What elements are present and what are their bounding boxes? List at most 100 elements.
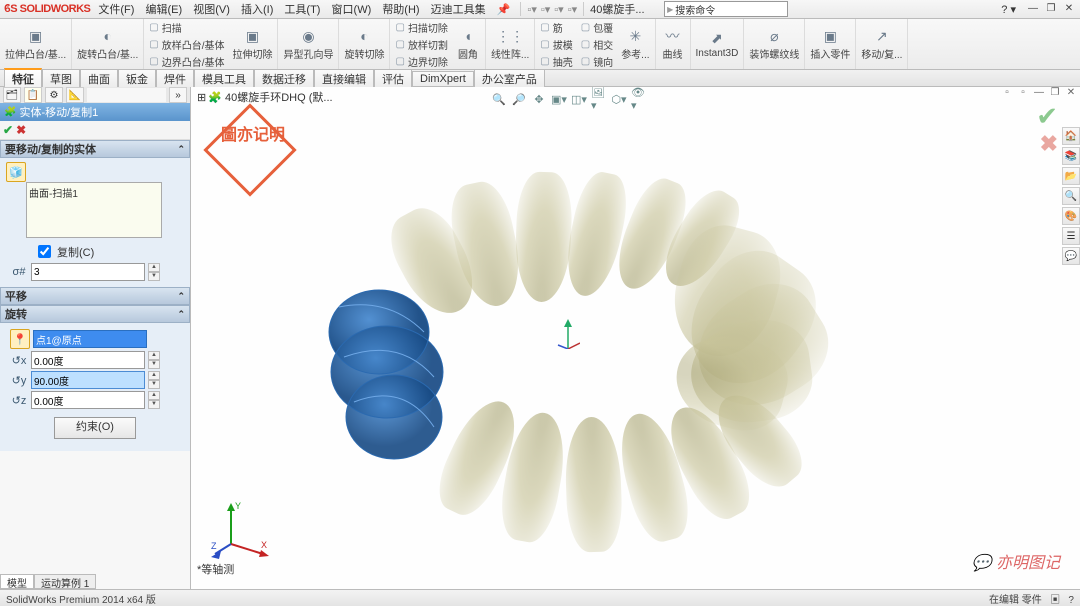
pm-section-translate[interactable]: 平移 — [0, 287, 190, 305]
qat-save-icon[interactable]: ▫▾ — [554, 3, 563, 16]
rotate-origin-input[interactable] — [33, 330, 147, 348]
confirm-cancel-icon[interactable]: ✖ — [1040, 131, 1058, 157]
fm-tab-config-icon[interactable]: ⚙ — [45, 87, 63, 103]
rotate-origin-icon[interactable]: 📍 — [10, 329, 30, 349]
rb-curves[interactable]: 〰曲线 — [656, 19, 691, 69]
fm-tab-prop-icon[interactable]: 📐 — [66, 87, 84, 103]
angle-y-spinner[interactable]: ▲▼ — [148, 371, 160, 389]
rb-revcut[interactable]: ◐旋转切除 — [339, 19, 390, 69]
minimize-icon[interactable]: — — [1026, 3, 1040, 15]
menu-tools[interactable]: 工具(T) — [280, 4, 324, 16]
fm-tab-pm-icon[interactable]: 📋 — [24, 87, 42, 103]
vt-orient-icon[interactable]: ✥ — [531, 91, 547, 107]
tab-sketch[interactable]: 草图 — [42, 69, 80, 88]
menu-window[interactable]: 窗口(W) — [328, 4, 376, 16]
tab-weldment[interactable]: 焊件 — [156, 69, 194, 88]
rb-cosmthread[interactable]: ⌀装饰螺纹线 — [744, 19, 805, 69]
rb-instant3d[interactable]: ⬈Instant3D — [691, 19, 745, 69]
vt-hide-icon[interactable]: 👁▾ — [631, 91, 647, 107]
rb-revolve[interactable]: ◐旋转凸台/基... — [72, 19, 144, 69]
maximize-icon[interactable]: ❐ — [1044, 3, 1058, 15]
child-min-icon[interactable]: ▫ — [1000, 87, 1014, 99]
doc-tree-root[interactable]: 🧩 40螺旋手环DHQ (默... — [197, 89, 333, 105]
child-x-icon[interactable]: ✕ — [1064, 87, 1078, 99]
rb-movecopy[interactable]: ↗移动/复... — [856, 19, 908, 69]
menu-edit[interactable]: 编辑(E) — [142, 4, 187, 16]
tab-features[interactable]: 特征 — [4, 68, 42, 88]
tp-forum-icon[interactable]: 💬 — [1062, 247, 1080, 265]
tab-model[interactable]: 模型 — [0, 574, 34, 589]
tab-evaluate[interactable]: 评估 — [374, 69, 412, 88]
pm-section-rotate[interactable]: 旋转 — [0, 305, 190, 323]
body-select-icon[interactable]: 🧊 — [6, 162, 26, 182]
tab-directedit[interactable]: 直接编辑 — [314, 69, 374, 88]
vt-zoom-icon[interactable]: 🔍 — [491, 91, 507, 107]
child-prev-icon[interactable]: ▫ — [1016, 87, 1030, 99]
rb-sweepcut[interactable]: 扫描切除 — [392, 19, 450, 35]
tab-moldtools[interactable]: 模具工具 — [194, 69, 254, 88]
close-icon[interactable]: ✕ — [1062, 3, 1076, 15]
pin-icon[interactable]: 📌 — [493, 4, 515, 16]
tp-view-icon[interactable]: 🔍 — [1062, 187, 1080, 205]
graphics-viewport[interactable]: ▫ ▫ — ❐ ✕ 🧩 40螺旋手环DHQ (默... 🔍 🔎 ✥ ▣▾ ◫▾ … — [191, 87, 1080, 589]
fm-tab-tree-icon[interactable]: 🗂 — [3, 87, 21, 103]
angle-z-input[interactable] — [31, 391, 145, 409]
help-icon[interactable]: ? ▾ — [1001, 3, 1016, 16]
tab-surface[interactable]: 曲面 — [80, 69, 118, 88]
tp-lib-icon[interactable]: 📚 — [1062, 147, 1080, 165]
fm-tab-more-icon[interactable]: » — [169, 87, 187, 103]
constraint-button[interactable]: 约束(O) — [54, 417, 136, 439]
rb-intersect[interactable]: 相交 — [578, 36, 616, 52]
rb-boundcut[interactable]: 边界切除 — [392, 53, 450, 69]
qat-new-icon[interactable]: ▫▾ — [527, 3, 536, 16]
tab-sheetmetal[interactable]: 钣金 — [118, 69, 156, 88]
rb-wrap[interactable]: 包覆 — [578, 19, 616, 35]
tp-home-icon[interactable]: 🏠 — [1062, 127, 1080, 145]
tab-office[interactable]: 办公室产品 — [474, 69, 545, 88]
menu-file[interactable]: 文件(F) — [94, 4, 138, 16]
rb-boundary[interactable]: 边界凸台/基体 — [146, 53, 227, 69]
menu-maidi[interactable]: 迈迪工具集 — [427, 4, 490, 16]
menu-help[interactable]: 帮助(H) — [378, 4, 423, 16]
tab-motion[interactable]: 运动算例 1 — [34, 574, 96, 589]
child-restore-icon[interactable]: ❐ — [1048, 87, 1062, 99]
menu-view[interactable]: 视图(V) — [189, 4, 234, 16]
rb-shell[interactable]: 抽壳 — [537, 53, 575, 69]
qat-open-icon[interactable]: ▫▾ — [541, 3, 550, 16]
tp-appear-icon[interactable]: 🎨 — [1062, 207, 1080, 225]
pm-cancel-icon[interactable]: ✖ — [16, 123, 26, 137]
vt-display-icon[interactable]: ▣▾ — [551, 91, 567, 107]
rb-fillet[interactable]: ◖圆角 — [451, 19, 486, 69]
vt-scene-icon[interactable]: 🖼▾ — [591, 91, 607, 107]
body-select-list[interactable]: 曲面-扫描1 — [26, 182, 162, 238]
rb-loft[interactable]: 放样凸台/基体 — [146, 36, 227, 52]
triad-manip[interactable] — [556, 319, 580, 349]
rb-mirror[interactable]: 镜向 — [578, 53, 616, 69]
search-input[interactable]: 搜索命令 — [664, 1, 788, 17]
tab-datamig[interactable]: 数据迁移 — [254, 69, 314, 88]
rb-holewiz[interactable]: ◉异型孔向导 — [278, 19, 339, 69]
pm-section-bodies[interactable]: 要移动/复制的实体 — [0, 140, 190, 158]
rb-draft[interactable]: 拔模 — [537, 36, 575, 52]
tp-prop-icon[interactable]: ☰ — [1062, 227, 1080, 245]
angle-z-spinner[interactable]: ▲▼ — [148, 391, 160, 409]
rb-rib[interactable]: 筋 — [537, 19, 575, 35]
rb-extrudecut[interactable]: ▣拉伸切除 — [227, 19, 278, 69]
vt-render-icon[interactable]: ⬡▾ — [611, 91, 627, 107]
count-spinner[interactable]: ▲▼ — [148, 263, 160, 281]
angle-x-spinner[interactable]: ▲▼ — [148, 351, 160, 369]
child-close-icon[interactable]: — — [1032, 87, 1046, 99]
vt-zoomfit-icon[interactable]: 🔎 — [511, 91, 527, 107]
angle-x-input[interactable] — [31, 351, 145, 369]
menu-insert[interactable]: 插入(I) — [237, 4, 277, 16]
confirm-ok-icon[interactable]: ✔ — [1036, 101, 1058, 132]
rb-pattern[interactable]: ⋮⋮线性阵... — [486, 19, 535, 69]
count-input[interactable] — [31, 263, 145, 281]
rb-insertpart[interactable]: ▣插入零件 — [805, 19, 856, 69]
rb-sweep[interactable]: 扫描 — [146, 19, 227, 35]
angle-y-input[interactable] — [31, 371, 145, 389]
tp-file-icon[interactable]: 📂 — [1062, 167, 1080, 185]
qat-print-icon[interactable]: ▫▾ — [568, 3, 577, 16]
copy-checkbox[interactable] — [38, 245, 51, 258]
pm-ok-icon[interactable]: ✔ — [3, 123, 13, 137]
